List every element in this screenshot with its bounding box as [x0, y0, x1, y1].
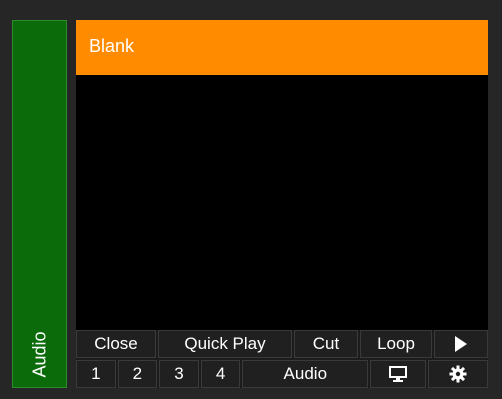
gear-icon [449, 365, 467, 383]
preview-area[interactable] [76, 75, 488, 329]
close-button[interactable]: Close [76, 330, 156, 358]
settings-button[interactable] [427, 360, 488, 388]
controls-row-1: Close Quick Play Cut Loop [76, 330, 488, 358]
side-tab-label: Audio [29, 331, 49, 378]
monitor-button[interactable] [370, 360, 426, 388]
quick-play-button[interactable]: Quick Play [158, 330, 292, 358]
input-title-bar[interactable]: Blank [76, 20, 488, 75]
play-icon [455, 336, 467, 352]
controls-area: Close Quick Play Cut Loop 1 2 3 4 Audio [76, 330, 488, 388]
side-tab-audio[interactable]: Audio [12, 20, 67, 388]
cut-button[interactable]: Cut [294, 330, 358, 358]
overlay-2-button[interactable]: 2 [117, 360, 158, 388]
overlay-3-button[interactable]: 3 [159, 360, 199, 388]
overlay-4-button[interactable]: 4 [200, 360, 241, 388]
play-button[interactable] [434, 330, 488, 358]
monitor-icon [388, 366, 407, 382]
input-title: Blank [89, 36, 135, 56]
overlay-1-button[interactable]: 1 [76, 360, 116, 388]
input-main: Blank Close Quick Play Cut Loop 1 2 3 4 [76, 20, 488, 388]
loop-button[interactable]: Loop [360, 330, 432, 358]
input-panel: Audio Blank Close Quick Play Cut Loop 1 … [0, 0, 502, 399]
audio-button[interactable]: Audio [242, 360, 369, 388]
controls-row-2: 1 2 3 4 Audio [76, 360, 488, 388]
